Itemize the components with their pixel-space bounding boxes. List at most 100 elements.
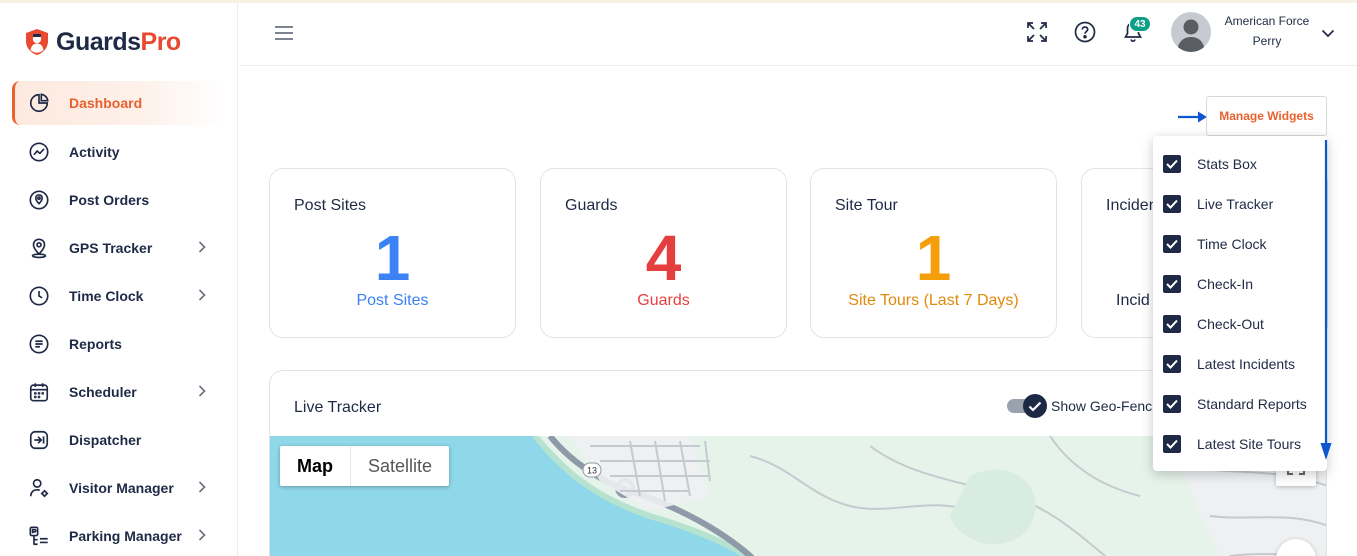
sidebar-item-label: Time Clock [69, 288, 144, 304]
arrow-right-annotation-icon [1178, 111, 1207, 123]
sidebar-item-label: GPS Tracker [69, 240, 153, 256]
sidebar-item-label: Dispatcher [69, 432, 142, 448]
widget-option-label: Standard Reports [1197, 396, 1307, 412]
checkbox-checked-icon[interactable] [1163, 355, 1181, 373]
checkbox-checked-icon[interactable] [1163, 315, 1181, 333]
activity-chart-icon [27, 140, 51, 164]
clock-icon [27, 284, 51, 308]
calendar-icon [27, 380, 51, 404]
widget-option-label: Latest Site Tours [1197, 436, 1302, 452]
road-shield-label: 13 [587, 466, 597, 476]
map-type-satellite-button[interactable]: Satellite [351, 446, 449, 486]
widget-option-stats-box[interactable]: Stats Box [1163, 152, 1257, 176]
geofence-label: Show Geo-Fenc [1051, 398, 1153, 414]
sidebar-item-label: Visitor Manager [69, 480, 174, 496]
chevron-right-icon [198, 529, 206, 541]
widget-option-standard-reports[interactable]: Standard Reports [1163, 392, 1307, 416]
sidebar-item-post-orders[interactable]: Post Orders [12, 178, 226, 222]
map-pin-icon [27, 236, 51, 260]
stat-title: Inciden [1106, 197, 1158, 214]
chevron-right-icon [198, 481, 206, 493]
sidebar-item-label: Parking Manager [69, 528, 182, 544]
widget-option-label: Live Tracker [1197, 196, 1274, 212]
panel-title: Live Tracker [294, 399, 382, 416]
sidebar-item-label: Scheduler [69, 384, 137, 400]
widget-option-check-in[interactable]: Check-In [1163, 272, 1253, 296]
sidebar-item-label: Dashboard [69, 95, 143, 111]
fullscreen-icon[interactable] [1026, 21, 1048, 43]
toggle-switch[interactable] [1007, 394, 1047, 418]
parking-icon [27, 524, 51, 548]
stat-label: Incid [1116, 292, 1150, 309]
sidebar-item-label: Reports [69, 336, 122, 352]
sidebar-item-reports[interactable]: Reports [12, 322, 226, 366]
chevron-right-icon [198, 241, 206, 253]
checkbox-checked-icon[interactable] [1163, 435, 1181, 453]
hamburger-menu-icon[interactable] [274, 25, 294, 41]
dispatch-arrow-icon [27, 428, 51, 452]
sidebar-item-dashboard[interactable]: Dashboard [12, 81, 226, 125]
checkbox-checked-icon[interactable] [1163, 195, 1181, 213]
sidebar-item-activity[interactable]: Activity [12, 130, 226, 174]
brand-name: GuardsPro [56, 27, 181, 56]
checkmark-icon [1023, 394, 1047, 418]
stat-label: Post Sites [356, 292, 429, 309]
sidebar-item-label: Post Orders [69, 192, 150, 208]
widget-option-live-tracker[interactable]: Live Tracker [1163, 192, 1273, 216]
sidebar-item-scheduler[interactable]: Scheduler [12, 370, 226, 414]
stat-value: 1 [374, 222, 411, 294]
widget-option-latest-incidents[interactable]: Latest Incidents [1163, 352, 1295, 376]
stat-card-site-tour[interactable]: Site Tour 1 Site Tours (Last 7 Days) [810, 168, 1057, 338]
widget-option-label: Check-In [1197, 276, 1254, 292]
stat-value: 1 [915, 222, 952, 294]
checkbox-checked-icon[interactable] [1163, 235, 1181, 253]
map-type-control: Map Satellite [280, 446, 450, 486]
avatar[interactable] [1171, 12, 1211, 52]
widget-option-check-out[interactable]: Check-Out [1163, 312, 1264, 336]
stat-card-guards[interactable]: Guards 4 Guards [540, 168, 787, 338]
stat-card-post-sites[interactable]: Post Sites 1 Post Sites [269, 168, 516, 338]
chevron-right-icon [198, 289, 206, 301]
geofence-toggle[interactable]: Show Geo-Fenc [1007, 394, 1153, 418]
checkbox-checked-icon[interactable] [1163, 275, 1181, 293]
widget-option-label: Time Clock [1197, 236, 1267, 252]
chevron-right-icon [198, 385, 206, 397]
guard-shield-icon [26, 29, 48, 55]
widget-option-label: Check-Out [1197, 316, 1264, 332]
sidebar-item-time-clock[interactable]: Time Clock [12, 274, 226, 318]
stat-title: Site Tour [835, 197, 898, 214]
manage-widgets-dropdown: Stats Box Live Tracker Time Clock Check-… [1153, 136, 1327, 471]
sidebar-item-dispatcher[interactable]: Dispatcher [12, 418, 226, 462]
stat-title: Post Sites [294, 197, 367, 214]
stat-value: 4 [645, 222, 682, 294]
document-icon [27, 332, 51, 356]
sidebar: GuardsPro Dashboard Activity Post Orders… [0, 3, 238, 556]
user-settings-icon [27, 476, 51, 500]
user-silhouette-icon [1177, 19, 1205, 52]
widget-option-latest-site-tours[interactable]: Latest Site Tours [1163, 432, 1301, 456]
widget-option-time-clock[interactable]: Time Clock [1163, 232, 1267, 256]
manage-widgets-button[interactable]: Manage Widgets [1206, 96, 1327, 136]
stat-title: Guards [565, 197, 618, 214]
stat-label: Guards [637, 292, 690, 309]
top-header: 43 American Force Perry [239, 3, 1357, 66]
map-type-map-button[interactable]: Map [280, 446, 351, 486]
user-subtitle: Perry [1252, 34, 1282, 48]
sidebar-item-label: Activity [69, 144, 120, 160]
pie-chart-icon [27, 91, 51, 115]
widget-option-label: Stats Box [1197, 156, 1257, 172]
checkbox-checked-icon[interactable] [1163, 395, 1181, 413]
sidebar-item-visitor-manager[interactable]: Visitor Manager [12, 466, 226, 510]
checkbox-checked-icon[interactable] [1163, 155, 1181, 173]
location-pin-icon [27, 188, 51, 212]
stat-label: Site Tours (Last 7 Days) [848, 292, 1019, 309]
user-name: American Force [1224, 14, 1310, 28]
help-icon[interactable] [1074, 21, 1096, 43]
sidebar-item-gps-tracker[interactable]: GPS Tracker [12, 226, 226, 270]
logo[interactable]: GuardsPro [22, 27, 181, 57]
widget-option-label: Latest Incidents [1197, 356, 1296, 372]
notification-badge: 43 [1129, 16, 1151, 32]
sidebar-item-parking-manager[interactable]: Parking Manager [12, 514, 226, 556]
arrow-down-annotation-icon [1320, 140, 1332, 460]
chevron-down-icon[interactable] [1321, 29, 1335, 38]
